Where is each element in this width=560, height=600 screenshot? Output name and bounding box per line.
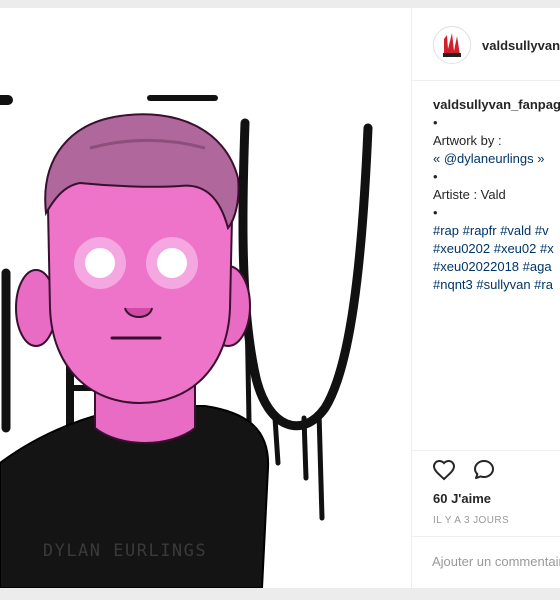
header-username[interactable]: valdsullyvan bbox=[482, 38, 560, 53]
comment-icon[interactable] bbox=[472, 458, 496, 482]
caption-line: Artiste : Vald bbox=[433, 187, 506, 202]
avatar-image bbox=[434, 27, 470, 63]
artwork-illustration: DYLAN EURLINGS bbox=[0, 95, 373, 588]
avatar[interactable] bbox=[433, 26, 471, 64]
like-count[interactable]: 60 J'aime bbox=[433, 491, 491, 506]
post-caption: valdsullyvan_fanpage • Artwork by : « @d… bbox=[433, 96, 560, 294]
artist-signature: DYLAN EURLINGS bbox=[43, 541, 207, 561]
comment-input[interactable] bbox=[432, 551, 560, 571]
caption-line: • bbox=[433, 169, 438, 184]
artist-mention-link[interactable]: « @dylaneurlings » bbox=[433, 150, 560, 168]
hashtag-line[interactable]: #rap #rapfr #vald #v bbox=[433, 222, 560, 240]
caption-username[interactable]: valdsullyvan_fanpage bbox=[433, 97, 560, 112]
heart-icon[interactable] bbox=[432, 458, 456, 482]
post-header: valdsullyvan bbox=[412, 8, 560, 81]
post-image[interactable]: DYLAN EURLINGS bbox=[0, 8, 411, 588]
caption-line: Artwork by : bbox=[433, 133, 502, 148]
caption-line: • bbox=[433, 205, 438, 220]
comment-divider bbox=[412, 536, 560, 537]
caption-line: • bbox=[433, 115, 438, 130]
hashtag-line[interactable]: #xeu02022018 #aga bbox=[433, 258, 560, 276]
hashtag-line[interactable]: #nqnt3 #sullyvan #ra bbox=[433, 276, 560, 294]
actions-divider bbox=[412, 450, 560, 451]
instagram-post: DYLAN EURLINGS valdsullyvan valdsullyvan… bbox=[0, 8, 560, 588]
hashtag-line[interactable]: #xeu0202 #xeu02 #x bbox=[433, 240, 560, 258]
post-timestamp[interactable]: IL Y A 3 JOURS bbox=[433, 515, 509, 526]
post-sidebar: valdsullyvan valdsullyvan_fanpage • Artw… bbox=[411, 8, 560, 588]
